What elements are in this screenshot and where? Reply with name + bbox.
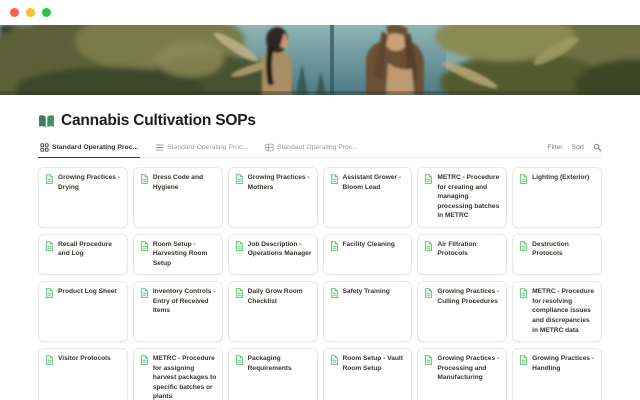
search-button[interactable]	[593, 143, 602, 152]
sop-card[interactable]: Growing Practices - Culling Procedures	[417, 281, 507, 342]
document-icon	[235, 241, 244, 251]
document-icon	[140, 241, 149, 251]
document-icon	[140, 174, 149, 184]
card-title: Growing Practices - Culling Procedures	[437, 287, 501, 306]
card-title: Visitor Protocols	[58, 354, 111, 364]
gallery-view-icon	[40, 143, 49, 152]
card-title: METRC - Procedure for resolving complian…	[532, 287, 596, 335]
document-icon	[140, 355, 149, 365]
document-icon	[330, 174, 339, 184]
card-title: Growing Practices - Processing and Manuf…	[437, 354, 501, 383]
page-header: Cannabis Cultivation SOPs	[38, 112, 602, 130]
sort-button[interactable]: Sort	[572, 144, 584, 151]
card-title: Lighting (Exterior)	[532, 173, 589, 183]
card-title: Facility Cleaning	[343, 240, 395, 250]
sop-card[interactable]: Assistant Grower - Bloom Lead	[323, 167, 413, 228]
sop-card[interactable]: Dress Code and Hygiene	[133, 167, 223, 228]
sop-card[interactable]: Job Description - Operations Manager	[228, 234, 318, 276]
sop-card[interactable]: Destruction Protocols	[512, 234, 602, 276]
document-icon	[519, 355, 528, 365]
sop-card[interactable]: Facility Cleaning	[323, 234, 413, 276]
document-icon	[140, 288, 149, 298]
card-title: Product Log Sheet	[58, 287, 117, 297]
card-title: Dress Code and Hygiene	[153, 173, 217, 192]
green-book-icon	[38, 113, 55, 130]
document-icon	[235, 355, 244, 365]
minimize-window-button[interactable]	[26, 8, 35, 17]
tab-table-view[interactable]: Standard Operating Proc...	[263, 139, 360, 157]
filter-button[interactable]: Filter	[547, 144, 562, 151]
card-title: Job Description - Operations Manager	[248, 240, 312, 259]
document-icon	[330, 241, 339, 251]
sop-card[interactable]: METRC - Procedure for assigning harvest …	[133, 348, 223, 400]
sop-card[interactable]: Growing Practices - Mothers	[228, 167, 318, 228]
sop-card[interactable]: Room Setup - Vault Room Setup	[323, 348, 413, 400]
tab-label: Standard Operating Proc...	[167, 144, 248, 151]
sop-card[interactable]: Growing Practices - Handling	[512, 348, 602, 400]
document-icon	[235, 288, 244, 298]
view-tabbar: Standard Operating Proc... Standard Oper…	[38, 139, 602, 158]
document-icon	[45, 174, 54, 184]
card-title: Inventory Controls - Entry of Received I…	[153, 287, 217, 316]
card-title: Daily Grow Room Checklist	[248, 287, 312, 306]
document-icon	[519, 241, 528, 251]
sop-card[interactable]: Packaging Requirements	[228, 348, 318, 400]
tab-gallery-view[interactable]: Standard Operating Proc...	[38, 139, 140, 158]
tab-label: Standard Operating Proc...	[52, 144, 138, 151]
card-title: METRC - Procedure for assigning harvest …	[153, 354, 217, 400]
sop-card[interactable]: Growing Practices - Processing and Manuf…	[417, 348, 507, 400]
card-title: Assistant Grower - Bloom Lead	[343, 173, 407, 192]
card-title: Room Setup - Harvesting Room Setup	[153, 240, 217, 269]
card-title: Destruction Protocols	[532, 240, 596, 259]
card-grid: Growing Practices - Drying Dress Code an…	[38, 167, 602, 400]
document-icon	[45, 355, 54, 365]
document-icon	[519, 288, 528, 298]
card-title: Air Filtration Protocols	[437, 240, 501, 259]
view-toolbar: Filter Sort	[547, 143, 602, 157]
sop-card[interactable]: Inventory Controls - Entry of Received I…	[133, 281, 223, 342]
sop-card[interactable]: Visitor Protocols	[38, 348, 128, 400]
document-icon	[45, 241, 54, 251]
sop-card[interactable]: Recall Procedure and Log	[38, 234, 128, 276]
card-title: Packaging Requirements	[248, 354, 312, 373]
titlebar	[0, 0, 640, 25]
search-icon	[593, 143, 602, 152]
sop-card[interactable]: Product Log Sheet	[38, 281, 128, 342]
sop-card[interactable]: Safety Training	[323, 281, 413, 342]
page-title: Cannabis Cultivation SOPs	[61, 112, 256, 130]
document-icon	[519, 174, 528, 184]
sop-card[interactable]: Lighting (Exterior)	[512, 167, 602, 228]
document-icon	[424, 288, 433, 298]
card-title: Growing Practices - Handling	[532, 354, 596, 373]
card-title: Recall Procedure and Log	[58, 240, 122, 259]
card-title: Growing Practices - Mothers	[248, 173, 312, 192]
zoom-window-button[interactable]	[42, 8, 51, 17]
document-icon	[235, 174, 244, 184]
sop-card[interactable]: Daily Grow Room Checklist	[228, 281, 318, 342]
document-icon	[330, 288, 339, 298]
document-icon	[424, 355, 433, 365]
card-title: Room Setup - Vault Room Setup	[343, 354, 407, 373]
close-window-button[interactable]	[10, 8, 19, 17]
list-view-icon	[155, 143, 164, 152]
card-title: Growing Practices - Drying	[58, 173, 122, 192]
sop-card[interactable]: Room Setup - Harvesting Room Setup	[133, 234, 223, 276]
tab-label: Standard Operating Proc...	[277, 144, 358, 151]
card-title: METRC - Procedure for creating and manag…	[437, 173, 501, 221]
document-icon	[45, 288, 54, 298]
page-cover-image	[0, 25, 640, 95]
sop-card[interactable]: METRC - Procedure for creating and manag…	[417, 167, 507, 228]
app-window: Cannabis Cultivation SOPs Standard Opera…	[0, 0, 640, 400]
sop-card[interactable]: Growing Practices - Drying	[38, 167, 128, 228]
document-icon	[424, 174, 433, 184]
sop-card[interactable]: Air Filtration Protocols	[417, 234, 507, 276]
document-icon	[424, 241, 433, 251]
card-title: Safety Training	[343, 287, 390, 297]
cover-illustration	[0, 25, 640, 95]
document-icon	[330, 355, 339, 365]
table-view-icon	[265, 143, 274, 152]
tab-list-view[interactable]: Standard Operating Proc...	[153, 139, 250, 157]
sop-card[interactable]: METRC - Procedure for resolving complian…	[512, 281, 602, 342]
